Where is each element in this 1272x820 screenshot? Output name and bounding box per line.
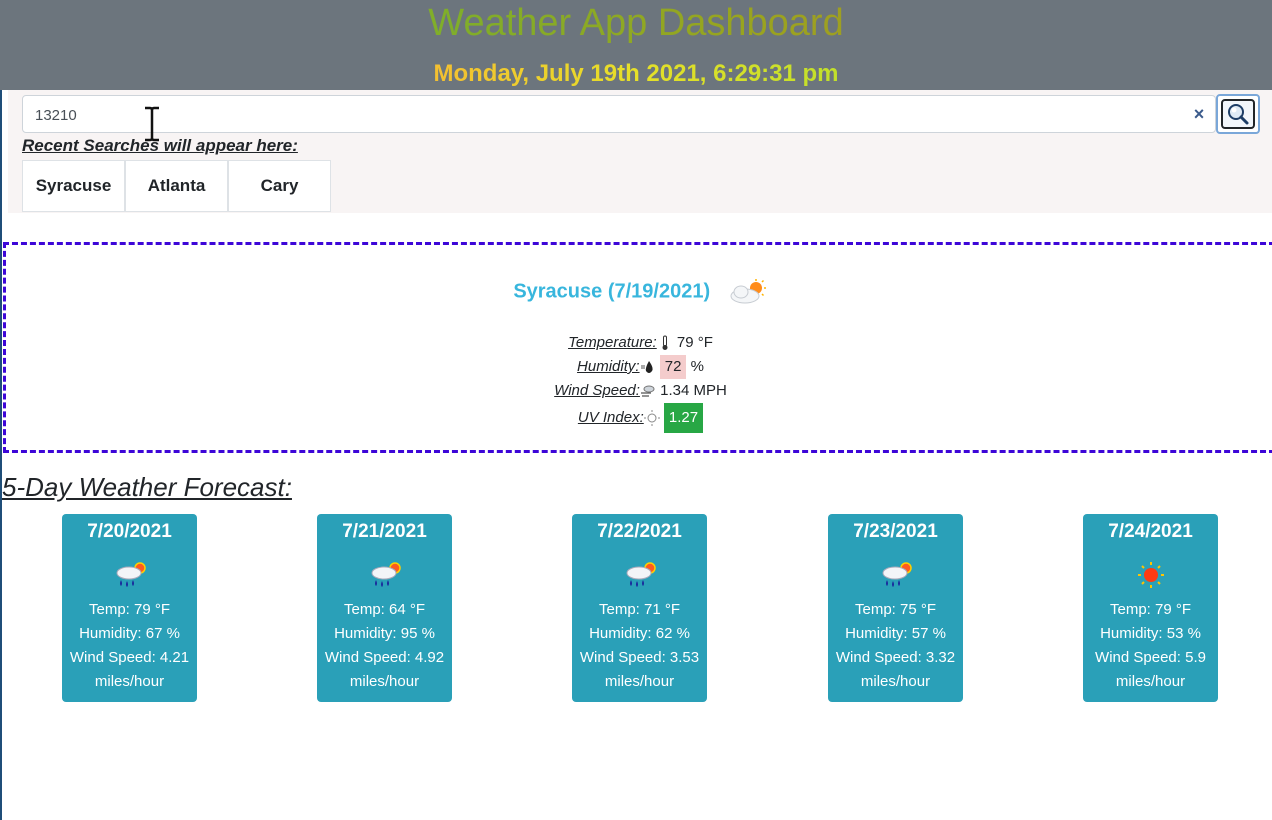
forecast-wind: Wind Speed: 3.53	[579, 649, 700, 666]
current-city-date: Syracuse (7/19/2021)	[513, 280, 711, 303]
recent-searches-list: Syracuse Atlanta Cary	[22, 160, 331, 212]
current-datetime: Monday, July 19th 2021, 6:29:31 pm	[0, 58, 1272, 90]
forecast-wind-unit: miles/hour	[349, 673, 420, 690]
forecast-temp: Temp: 79 °F	[88, 601, 171, 618]
search-button[interactable]	[1216, 94, 1260, 134]
forecast-card: 7/20/2021 Temp: 79 °F Humidity: 67 % Win…	[62, 514, 197, 702]
search-button-face[interactable]	[1221, 99, 1255, 129]
magnifier-icon	[1228, 104, 1249, 125]
current-city-heading: Syracuse (7/19/2021)	[6, 279, 1272, 305]
forecast-temp: Temp: 75 °F	[854, 601, 937, 618]
forecast-date: 7/22/2021	[597, 521, 682, 542]
humidity-value: 72	[659, 355, 687, 379]
uv-sun-icon	[643, 410, 660, 427]
forecast-humidity: Humidity: 95 %	[334, 625, 435, 642]
app-header: Weather App Dashboard Monday, July 19th …	[0, 0, 1272, 90]
forecast-wind-unit: miles/hour	[94, 673, 165, 690]
sun-icon	[1137, 562, 1164, 588]
text-cursor-icon	[145, 106, 159, 142]
wind-icon	[640, 385, 655, 397]
forecast-date: 7/23/2021	[853, 521, 938, 542]
current-weather-panel: Syracuse (7/19/2021) Temperature: 79 °F …	[3, 242, 1272, 453]
forecast-wind-unit: miles/hour	[1115, 673, 1186, 690]
app-title: Weather App Dashboard	[0, 0, 1272, 48]
window-left-edge	[0, 0, 2, 820]
wind-row: Wind Speed: 1.34 MPH	[6, 379, 1272, 403]
forecast-temp: Temp: 79 °F	[1109, 601, 1192, 618]
forecast-card: 7/23/2021 Temp: 75 °F Humidity: 57 % Win…	[828, 514, 963, 702]
recent-search-atlanta[interactable]: Atlanta	[125, 160, 228, 212]
partly-cloudy-icon	[730, 279, 766, 304]
forecast-humidity: Humidity: 62 %	[589, 625, 690, 642]
recent-search-cary[interactable]: Cary	[228, 160, 331, 212]
forecast-card: 7/21/2021 Temp: 64 °F Humidity: 95 % Win…	[317, 514, 452, 702]
humidity-drop-icon	[640, 361, 653, 374]
forecast-wind: Wind Speed: 4.21	[69, 649, 190, 666]
search-field[interactable]: ×	[22, 95, 1216, 133]
wind-value: 1.34 MPH	[660, 382, 727, 399]
forecast-wind: Wind Speed: 3.32	[835, 649, 956, 666]
search-panel: × Recent Searches will appear here: Syra…	[8, 90, 1272, 213]
current-stats: Temperature: 79 °F Humidity: 72 % Wind S…	[6, 331, 1272, 433]
uv-index-badge: 1.27	[663, 403, 704, 433]
clear-search-icon[interactable]: ×	[1189, 103, 1209, 125]
wind-label: Wind Speed:	[554, 382, 640, 399]
forecast-temp: Temp: 71 °F	[598, 601, 681, 618]
temperature-value: 79 °F	[676, 334, 713, 351]
temperature-row: Temperature: 79 °F	[6, 331, 1272, 355]
humidity-label: Humidity:	[577, 358, 640, 375]
uv-label: UV Index:	[577, 409, 644, 426]
forecast-wind-unit: miles/hour	[604, 673, 675, 690]
forecast-date: 7/24/2021	[1108, 521, 1193, 542]
forecast-date: 7/20/2021	[87, 521, 172, 542]
humidity-row: Humidity: 72 %	[6, 355, 1272, 379]
forecast-humidity: Humidity: 57 %	[845, 625, 946, 642]
forecast-wind: Wind Speed: 5.9	[1095, 649, 1206, 666]
forecast-date: 7/21/2021	[342, 521, 427, 542]
forecast-title: 5-Day Weather Forecast:	[2, 472, 292, 502]
uv-row: UV Index: 1.27	[6, 403, 1272, 433]
forecast-humidity: Humidity: 67 %	[79, 625, 180, 642]
forecast-humidity: Humidity: 53 %	[1100, 625, 1201, 642]
rain-sun-icon	[116, 562, 146, 587]
rain-sun-icon	[882, 562, 912, 587]
humidity-unit: %	[690, 358, 704, 375]
forecast-wind: Wind Speed: 4.92	[324, 649, 445, 666]
forecast-wind-unit: miles/hour	[860, 673, 931, 690]
recent-search-syracuse[interactable]: Syracuse	[22, 160, 125, 212]
forecast-temp: Temp: 64 °F	[343, 601, 426, 618]
forecast-card: 7/24/2021 Temp: 79 °F Humidity: 53 % Win…	[1083, 514, 1218, 702]
rain-sun-icon	[371, 562, 401, 587]
temperature-label: Temperature:	[568, 334, 657, 351]
search-input[interactable]	[35, 104, 1175, 126]
thermometer-icon	[662, 335, 668, 351]
rain-sun-icon	[626, 562, 656, 587]
forecast-card: 7/22/2021 Temp: 71 °F Humidity: 62 % Win…	[572, 514, 707, 702]
